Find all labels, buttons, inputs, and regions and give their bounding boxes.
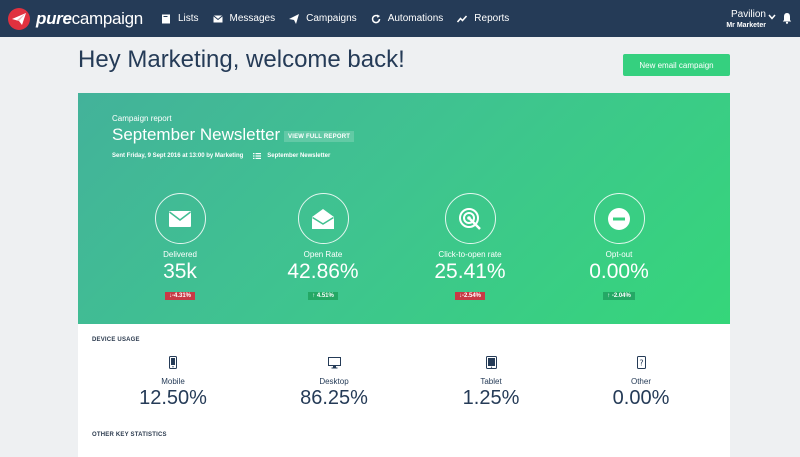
metric-value: 42.86% (287, 260, 359, 283)
user-org: Pavilion (730, 9, 766, 20)
report-meta: Sent Friday, 9 Sept 2016 at 13:00 by Mar… (112, 153, 330, 159)
chart-line-icon (457, 15, 468, 22)
page-title: Hey Marketing, welcome back! (78, 46, 405, 73)
device-mobile: Mobile 12.50% (118, 356, 228, 410)
metric-delta: ↓-4.31% (164, 292, 195, 300)
brand-logo[interactable]: purecampaign (8, 0, 143, 37)
device-usage-panel: DEVICE USAGE Mobile 12.50% Desktop 86.25… (78, 324, 730, 457)
list-name-link[interactable]: September Newsletter (267, 153, 330, 159)
paper-plane-icon (289, 13, 300, 24)
metric-value: 25.41% (434, 260, 506, 283)
envelope-open-icon (312, 208, 334, 229)
minus-circle-icon (608, 207, 630, 230)
device-value: 86.25% (300, 387, 368, 409)
device-other-icon: ? (636, 356, 646, 369)
metric-label: Delivered (163, 250, 197, 259)
book-icon (161, 14, 170, 23)
report-kicker: Campaign report (112, 114, 172, 123)
device-value: 1.25% (462, 387, 520, 409)
chevron-down-icon[interactable] (768, 14, 776, 20)
bell-icon[interactable] (782, 12, 792, 24)
view-full-report-button[interactable]: VIEW FULL REPORT (284, 131, 355, 142)
nav-item-messages[interactable]: Messages (212, 0, 276, 37)
sent-info: Sent Friday, 9 Sept 2016 at 13:00 by Mar… (112, 153, 244, 159)
nav-label: Reports (474, 13, 510, 24)
report-title: September Newsletter (112, 125, 281, 144)
metric-label: Opt-out (605, 250, 633, 259)
list-icon (253, 153, 262, 159)
nav-label: Lists (177, 13, 199, 24)
nav-label: Automations (387, 13, 444, 24)
refresh-icon (371, 14, 380, 23)
mobile-icon (169, 356, 177, 369)
nav-item-lists[interactable]: Lists (161, 0, 199, 37)
device-tablet: Tablet 1.25% (436, 356, 546, 410)
svg-text:?: ? (639, 359, 643, 368)
device-other: ? Other 0.00% (586, 356, 696, 410)
device-desktop: Desktop 86.25% (279, 356, 389, 410)
metric-label: Click-to-open rate (438, 250, 502, 259)
metric-click-to-open-rate: Click-to-open rate 25.41% ↓-2.54% (415, 193, 525, 302)
target-click-icon (459, 207, 481, 230)
metric-value: 35k (163, 260, 197, 283)
user-role: Mr Marketer (726, 22, 766, 29)
device-usage-title: DEVICE USAGE (92, 337, 140, 343)
device-value: 0.00% (612, 387, 670, 409)
metric-value: 0.00% (589, 260, 649, 283)
device-label: Other (630, 377, 651, 386)
envelope-icon (212, 14, 223, 22)
metric-label: Open Rate (303, 250, 343, 259)
paper-plane-logo-icon (8, 7, 30, 30)
metric-open-rate: Open Rate 42.86% ↑ 4.51% (268, 193, 378, 302)
device-label: Mobile (161, 377, 185, 386)
device-value: 12.50% (139, 387, 207, 409)
nav-label: Campaigns (306, 13, 357, 24)
device-label: Desktop (319, 377, 349, 386)
new-email-campaign-button[interactable]: New email campaign (623, 54, 730, 76)
campaign-report-card: Campaign report September Newsletter VIE… (78, 93, 730, 324)
open-rate-badge (297, 193, 349, 244)
opt-out-badge (593, 193, 645, 244)
metric-delta: ↓-2.54% (454, 292, 485, 300)
other-key-statistics-title: OTHER KEY STATISTICS (92, 432, 167, 438)
envelope-icon (169, 210, 191, 227)
brand-wordmark: purecampaign (36, 8, 143, 28)
device-label: Tablet (480, 377, 502, 386)
delivered-badge (154, 193, 206, 244)
user-menu[interactable]: Pavilion Mr Marketer (726, 9, 766, 30)
nav-item-reports[interactable]: Reports (457, 0, 509, 37)
nav-item-automations[interactable]: Automations (371, 0, 444, 37)
top-nav: purecampaign Lists Messages Campaigns Au… (0, 0, 800, 37)
tablet-icon (485, 356, 497, 369)
nav-item-campaigns[interactable]: Campaigns (289, 0, 357, 37)
metric-delivered: Delivered 35k ↓-4.31% (125, 193, 235, 302)
metric-delta: ↑ 4.51% (308, 292, 338, 300)
desktop-icon (327, 357, 341, 369)
nav-label: Messages (229, 13, 276, 24)
metric-opt-out: Opt-out 0.00% ↑ -2.04% (564, 193, 674, 302)
click-to-open-badge (444, 193, 496, 244)
metric-delta: ↑ -2.04% (603, 292, 635, 300)
main-nav: Lists Messages Campaigns Automations Rep… (161, 0, 523, 37)
